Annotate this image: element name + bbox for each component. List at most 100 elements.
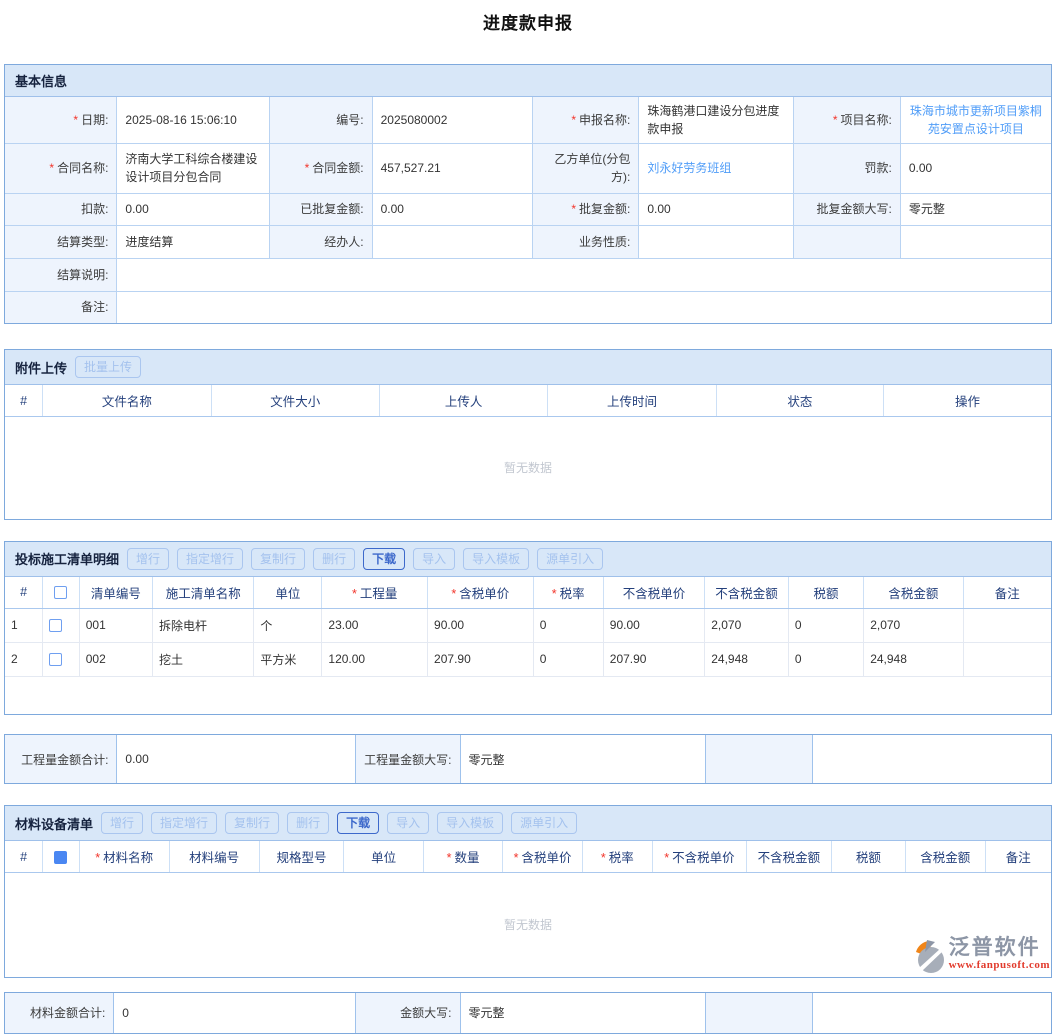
contract-name-label: 合同名称:	[49, 161, 108, 175]
material-select-all-checkbox[interactable]	[54, 851, 67, 864]
party-b-link[interactable]: 刘永好劳务班组	[647, 161, 731, 175]
row-price-tax: 90.00	[428, 608, 534, 642]
attachments-title: 附件上传	[15, 358, 67, 377]
material-col-amount-notax: 不含税金额	[747, 841, 832, 873]
material-total-section: 材料金额合计: 0 金额大写: 零元整	[4, 992, 1052, 1034]
material-col-name: 材料名称	[95, 851, 153, 865]
bid-source-ref-button[interactable]: 源单引入	[537, 548, 603, 570]
quantity-total-row: 工程量金额合计: 0.00 工程量金额大写: 零元整	[5, 735, 1051, 783]
material-col-tax-rate: 税率	[601, 851, 634, 865]
quantity-total-caps-value: 零元整	[460, 735, 706, 783]
approved-value: 0.00	[639, 193, 794, 225]
row-unit: 个	[254, 608, 322, 642]
material-total-value: 0	[114, 993, 356, 1033]
row-name: 拆除电杆	[152, 608, 253, 642]
material-total-label: 材料金额合计:	[5, 993, 114, 1033]
bid-insert-row-button[interactable]: 指定增行	[177, 548, 243, 570]
approved-before-label: 已批复金额:	[270, 193, 373, 225]
approved-label: 批复金额:	[571, 202, 630, 216]
material-import-button[interactable]: 导入	[387, 812, 429, 834]
bid-col-tax: 税额	[788, 577, 863, 609]
settle-type-label: 结算类型:	[5, 225, 117, 258]
number-value: 2025080002	[372, 97, 532, 143]
remark-label: 备注:	[5, 291, 117, 323]
batch-upload-button[interactable]: 批量上传	[75, 356, 141, 378]
material-list-title: 材料设备清单	[15, 814, 93, 833]
material-insert-row-button[interactable]: 指定增行	[151, 812, 217, 834]
material-download-button[interactable]: 下载	[337, 812, 379, 834]
material-col-price-tax: 含税单价	[514, 851, 572, 865]
date-label: 日期:	[73, 113, 108, 127]
material-copy-row-button[interactable]: 复制行	[225, 812, 279, 834]
attachments-table: # 文件名称 文件大小 上传人 上传时间 状态 操作 暂无数据	[5, 385, 1051, 519]
row-amount-notax: 24,948	[705, 642, 789, 676]
material-list-section: 材料设备清单 增行 指定增行 复制行 删行 下载 导入 导入模板 源单引入 # …	[4, 805, 1052, 978]
material-col-price-notax: 不含税单价	[664, 851, 734, 865]
bid-col-name: 施工清单名称	[152, 577, 253, 609]
penalty-label: 罚款:	[794, 143, 901, 193]
project-name-link[interactable]: 珠海市城市更新项目紫桐苑安置点设计项目	[910, 104, 1042, 136]
material-source-ref-button[interactable]: 源单引入	[511, 812, 577, 834]
material-add-row-button[interactable]: 增行	[101, 812, 143, 834]
attach-col-filename: 文件名称	[43, 385, 211, 417]
attachments-section: 附件上传 批量上传 # 文件名称 文件大小 上传人 上传时间 状态 操作 暂无数…	[4, 349, 1052, 520]
party-b-label: 乙方单位(分包方):	[532, 143, 639, 193]
material-col-unit: 单位	[344, 841, 423, 873]
row-code: 002	[79, 642, 152, 676]
material-empty-text: 暂无数据	[5, 873, 1051, 977]
material-total-caps-value: 零元整	[460, 993, 706, 1033]
bid-select-all-checkbox[interactable]	[54, 586, 67, 599]
row-price-tax: 207.90	[428, 642, 534, 676]
bid-delete-row-button[interactable]: 删行	[313, 548, 355, 570]
empty-value-cell	[900, 225, 1051, 258]
empty-label-cell	[794, 225, 901, 258]
row-checkbox[interactable]	[49, 619, 62, 632]
bid-col-code: 清单编号	[79, 577, 152, 609]
material-col-index: #	[5, 841, 43, 873]
row-amount-tax: 2,070	[864, 608, 963, 642]
row-amount-tax: 24,948	[864, 642, 963, 676]
material-list-header: 材料设备清单 增行 指定增行 复制行 删行 下载 导入 导入模板 源单引入	[5, 806, 1051, 841]
row-checkbox[interactable]	[49, 653, 62, 666]
bid-col-qty: 工程量	[352, 587, 397, 601]
bid-col-price-notax: 不含税单价	[603, 577, 704, 609]
bid-list-title: 投标施工清单明细	[15, 549, 119, 568]
project-name-label: 项目名称:	[833, 113, 892, 127]
material-total-caps-label: 金额大写:	[355, 993, 460, 1033]
row-tax: 0	[788, 608, 863, 642]
bid-add-row-button[interactable]: 增行	[127, 548, 169, 570]
vendor-watermark: 泛普软件 www.fanpusoft.com	[913, 936, 1050, 979]
material-col-tax: 税额	[831, 841, 905, 873]
material-import-template-button[interactable]: 导入模板	[437, 812, 503, 834]
bid-copy-row-button[interactable]: 复制行	[251, 548, 305, 570]
settle-note-value	[117, 258, 1051, 291]
bid-col-unit: 单位	[254, 577, 322, 609]
page-title: 进度款申报	[4, 0, 1052, 34]
biz-nature-value	[639, 225, 794, 258]
material-delete-row-button[interactable]: 删行	[287, 812, 329, 834]
bid-download-button[interactable]: 下载	[363, 548, 405, 570]
attach-col-uploader: 上传人	[379, 385, 547, 417]
quantity-total-empty-label	[706, 735, 813, 783]
bid-list-spacer	[5, 676, 1051, 714]
vendor-url: www.fanpusoft.com	[949, 959, 1050, 971]
vendor-name: 泛普软件	[949, 936, 1050, 959]
approved-caps-label: 批复金额大写:	[794, 193, 901, 225]
table-row: 2 002 挖土 平方米 120.00 207.90 0 207.90 24,9…	[5, 642, 1051, 676]
row-qty: 120.00	[322, 642, 428, 676]
handler-value	[372, 225, 532, 258]
biz-nature-label: 业务性质:	[532, 225, 639, 258]
material-total-empty-label	[706, 993, 813, 1033]
basic-info-header: 基本信息	[5, 65, 1051, 97]
material-col-amount-tax: 含税金额	[906, 841, 985, 873]
bid-col-remark: 备注	[963, 577, 1051, 609]
material-col-qty: 数量	[447, 851, 480, 865]
bid-import-template-button[interactable]: 导入模板	[463, 548, 529, 570]
contract-name-value: 济南大学工科综合楼建设设计项目分包合同	[117, 143, 270, 193]
quantity-total-caps-label: 工程量金额大写:	[355, 735, 460, 783]
table-row: 1 001 拆除电杆 个 23.00 90.00 0 90.00 2,070 0…	[5, 608, 1051, 642]
row-remark	[963, 642, 1051, 676]
bid-import-button[interactable]: 导入	[413, 548, 455, 570]
contract-amount-label: 合同金额:	[305, 161, 364, 175]
bid-list-table: # 清单编号 施工清单名称 单位 工程量 含税单价 税率 不含税单价 不含税金额…	[5, 577, 1051, 715]
